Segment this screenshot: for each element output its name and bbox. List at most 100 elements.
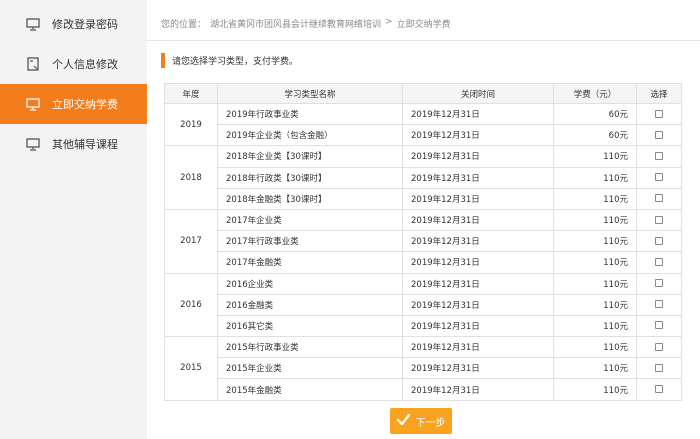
fee-cell: 110元	[553, 187, 637, 210]
select-checkbox[interactable]	[655, 109, 663, 118]
tuition-table: 年度 学习类型名称 关闭时间 学费（元） 选择 2019 2019年行政事业类 20…	[164, 83, 682, 401]
type-name-cell: 2015年金融类	[217, 378, 403, 401]
sidebar-item-edit-profile[interactable]: 个人信息修改	[0, 44, 147, 84]
select-cell	[636, 124, 682, 147]
close-time-cell: 2019年12月31日	[402, 145, 554, 168]
fee-cell: 110元	[553, 293, 637, 316]
type-name-cell: 2016金融类	[217, 293, 403, 316]
select-cell	[636, 251, 682, 274]
breadcrumb-prefix: 您的位置：	[161, 20, 207, 30]
select-cell	[636, 378, 682, 401]
close-time-cell: 2019年12月31日	[402, 251, 554, 274]
header-select: 选择	[636, 83, 682, 104]
select-cell	[636, 230, 682, 253]
select-checkbox[interactable]	[655, 342, 663, 351]
fee-cell: 60元	[553, 124, 637, 147]
notice-accent-bar	[161, 53, 165, 68]
close-time-cell: 2019年12月31日	[402, 272, 554, 295]
next-step-label: 下一步	[415, 417, 446, 429]
breadcrumb-current: 立即交纳学费	[396, 20, 451, 30]
monitor-icon	[26, 137, 40, 151]
select-cell	[636, 293, 682, 316]
sidebar-item-other-courses[interactable]: 其他辅导课程	[0, 124, 147, 164]
monitor-icon	[26, 17, 40, 31]
table-row: 2015 2015年行政事业类 2019年12月31日 110元	[164, 336, 682, 401]
sidebar-item-change-password[interactable]: 修改登录密码	[0, 4, 147, 44]
checkmark-icon	[396, 413, 410, 428]
fee-cell: 110元	[553, 357, 637, 380]
select-checkbox[interactable]	[655, 363, 663, 372]
select-checkbox[interactable]	[655, 279, 663, 288]
select-checkbox[interactable]	[655, 130, 663, 139]
fee-cell: 110元	[553, 230, 637, 253]
header-close-time: 关闭时间	[402, 83, 554, 104]
select-cell	[636, 187, 682, 210]
select-checkbox[interactable]	[655, 151, 663, 160]
close-time-cell: 2019年12月31日	[402, 102, 554, 126]
year-cell: 2015	[164, 336, 218, 401]
close-time-cell: 2019年12月31日	[402, 124, 554, 147]
breadcrumb: 您的位置： 湖北省黄冈市团风县会计继续教育网络培训 > 立即交纳学费	[161, 17, 451, 30]
select-checkbox[interactable]	[655, 385, 663, 394]
close-time-cell: 2019年12月31日	[402, 314, 554, 338]
type-name-cell: 2017年企业类	[217, 208, 403, 232]
table-row: 2018年行政类【30课时】 2019年12月31日 110元	[165, 166, 682, 189]
type-name-cell: 2016其它类	[217, 314, 403, 338]
select-cell	[636, 272, 682, 295]
type-name-cell: 2018年金融类【30课时】	[217, 187, 403, 210]
table-row: 2019 2019年行政事业类 2019年12月31日 60元	[164, 102, 682, 147]
select-checkbox[interactable]	[655, 194, 663, 203]
table-row: 2019年企业类（包含金融） 2019年12月31日 60元	[165, 124, 682, 147]
type-name-cell: 2015年行政事业类	[217, 336, 403, 359]
fee-cell: 110元	[553, 272, 637, 295]
table-row: 2017年金融类 2019年12月31日 110元	[165, 251, 682, 274]
select-cell	[636, 336, 682, 359]
sidebar-item-label: 修改登录密码	[52, 18, 118, 31]
select-checkbox[interactable]	[655, 321, 663, 330]
next-step-button[interactable]: 下一步	[390, 408, 452, 434]
table-row: 2016其它类 2019年12月31日 110元	[165, 314, 682, 338]
sidebar-item-pay-tuition[interactable]: 立即交纳学费	[0, 84, 155, 124]
close-time-cell: 2019年12月31日	[402, 378, 554, 401]
close-time-cell: 2019年12月31日	[402, 208, 554, 232]
sidebar: 修改登录密码 个人信息修改 立即交纳学费 其他辅导课程	[0, 0, 155, 439]
breadcrumb-separator: >	[385, 17, 393, 27]
sidebar-item-label: 立即交纳学费	[52, 98, 118, 111]
close-time-cell: 2019年12月31日	[402, 357, 554, 380]
monitor-icon	[26, 97, 40, 111]
close-time-cell: 2019年12月31日	[402, 230, 554, 253]
table-body: 2019 2019年行政事业类 2019年12月31日 60元 2019年企业类（包含金…	[164, 102, 682, 401]
select-checkbox[interactable]	[655, 257, 663, 266]
table-row: 2018 2018年企业类【30课时】 2019年12月31日 110元	[164, 145, 682, 210]
close-time-cell: 2019年12月31日	[402, 336, 554, 359]
table-header-row: 年度 学习类型名称 关闭时间 学费（元） 选择	[164, 83, 682, 104]
type-name-cell: 2017年金融类	[217, 251, 403, 274]
notice: 请您选择学习类型，支付学费。	[161, 53, 298, 68]
notice-text: 请您选择学习类型，支付学费。	[172, 57, 299, 67]
table-row: 2015年企业类 2019年12月31日 110元	[165, 357, 682, 380]
type-name-cell: 2017年行政事业类	[217, 230, 403, 253]
document-icon	[26, 57, 40, 71]
close-time-cell: 2019年12月31日	[402, 293, 554, 316]
select-cell	[636, 314, 682, 338]
type-name-cell: 2018年企业类【30课时】	[217, 145, 403, 168]
fee-cell: 60元	[553, 102, 637, 126]
year-cell: 2018	[164, 145, 218, 210]
select-checkbox[interactable]	[655, 215, 663, 224]
select-cell	[636, 208, 682, 232]
sidebar-item-label: 个人信息修改	[52, 58, 118, 71]
breadcrumb-site-link[interactable]: 湖北省黄冈市团风县会计继续教育网络培训	[210, 17, 381, 30]
sidebar-item-label: 其他辅导课程	[52, 138, 118, 151]
close-time-cell: 2019年12月31日	[402, 166, 554, 189]
main-content: 您的位置： 湖北省黄冈市团风县会计继续教育网络培训 > 立即交纳学费 请您选择学…	[147, 0, 700, 439]
select-checkbox[interactable]	[655, 236, 663, 245]
table-row: 2016 2016企业类 2019年12月31日 110元	[164, 272, 682, 338]
year-cell: 2016	[164, 272, 218, 338]
type-name-cell: 2018年行政类【30课时】	[217, 166, 403, 189]
header-year: 年度	[164, 83, 218, 104]
table-row: 2018年金融类【30课时】 2019年12月31日 110元	[165, 187, 682, 210]
select-checkbox[interactable]	[655, 300, 663, 309]
table-row: 2016金融类 2019年12月31日 110元	[165, 293, 682, 316]
divider	[147, 40, 700, 41]
select-checkbox[interactable]	[655, 173, 663, 182]
